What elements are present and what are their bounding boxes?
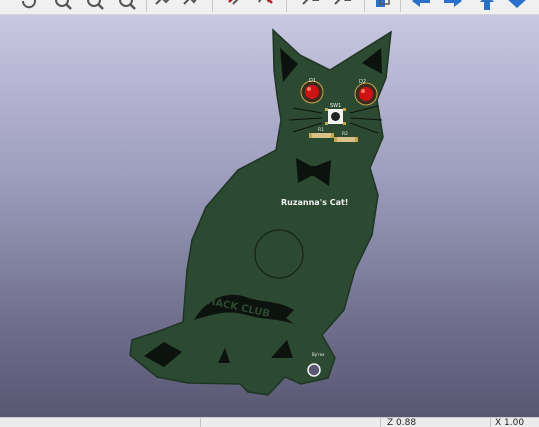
undo-button[interactable]	[18, 0, 40, 12]
pcb-board	[129, 28, 392, 396]
arrow-up-icon	[476, 0, 498, 14]
arrow-right-icon	[442, 0, 464, 14]
drc-button[interactable]	[254, 0, 276, 12]
layer-icon	[373, 0, 393, 14]
led-d2	[354, 82, 378, 106]
zoom-out-button[interactable]	[84, 0, 106, 12]
delete-tool-button[interactable]	[224, 0, 246, 12]
board-title-text: Ruzanna's Cat!	[281, 198, 348, 207]
z-label: Z	[344, 0, 352, 4]
zoom-fit-button[interactable]	[116, 0, 138, 12]
arrow-down-icon	[504, 0, 530, 14]
ref-r2: R2	[342, 131, 348, 137]
delete-tool-icon	[225, 0, 245, 14]
view-left-button[interactable]	[410, 0, 432, 12]
pcb-render: D1 D2 SW1 R1 R2 Ruzanna's Cat! HACK CLUB…	[129, 28, 392, 396]
route-track-icon	[153, 0, 173, 14]
ref-sw1: SW1	[330, 103, 341, 109]
view-right-button[interactable]	[442, 0, 464, 12]
flip-z-button[interactable]: Z	[300, 0, 322, 12]
toolbar-separator	[146, 0, 147, 12]
mounting-hole	[307, 363, 321, 377]
resistor-r2	[334, 137, 358, 142]
layer-button[interactable]	[372, 0, 394, 12]
resistor-r1	[309, 133, 334, 138]
ref-r1: R1	[318, 127, 324, 133]
view-up-button[interactable]	[476, 0, 498, 12]
ref-d1: D1	[309, 78, 316, 84]
arrow-left-icon	[410, 0, 432, 14]
zoom-in-button[interactable]	[52, 0, 74, 12]
toolbar-separator	[286, 0, 287, 12]
route-track-button[interactable]	[152, 0, 174, 12]
route-diff-pair-button[interactable]	[180, 0, 202, 12]
toolbar-separator	[212, 0, 213, 12]
small-credit-label: By'rex	[312, 352, 325, 357]
3d-viewport[interactable]: D1 D2 SW1 R1 R2 Ruzanna's Cat! HACK CLUB…	[0, 15, 539, 417]
view-down-button[interactable]	[506, 0, 528, 12]
ref-d2: D2	[359, 79, 366, 85]
toolbar: Z Z	[0, 0, 539, 15]
drc-icon	[255, 0, 275, 14]
zoom-in-icon	[53, 0, 73, 14]
toolbar-separator	[400, 0, 401, 12]
route-diff-pair-icon	[181, 0, 201, 14]
undo-icon	[19, 0, 39, 14]
switch-sw1	[325, 108, 346, 125]
zoom-fit-icon	[117, 0, 137, 14]
toolbar-separator	[364, 0, 365, 12]
zoom-out-icon	[85, 0, 105, 14]
led-d1	[300, 80, 324, 104]
flip-z2-button[interactable]: Z	[332, 0, 354, 12]
z-label: Z	[312, 0, 320, 4]
